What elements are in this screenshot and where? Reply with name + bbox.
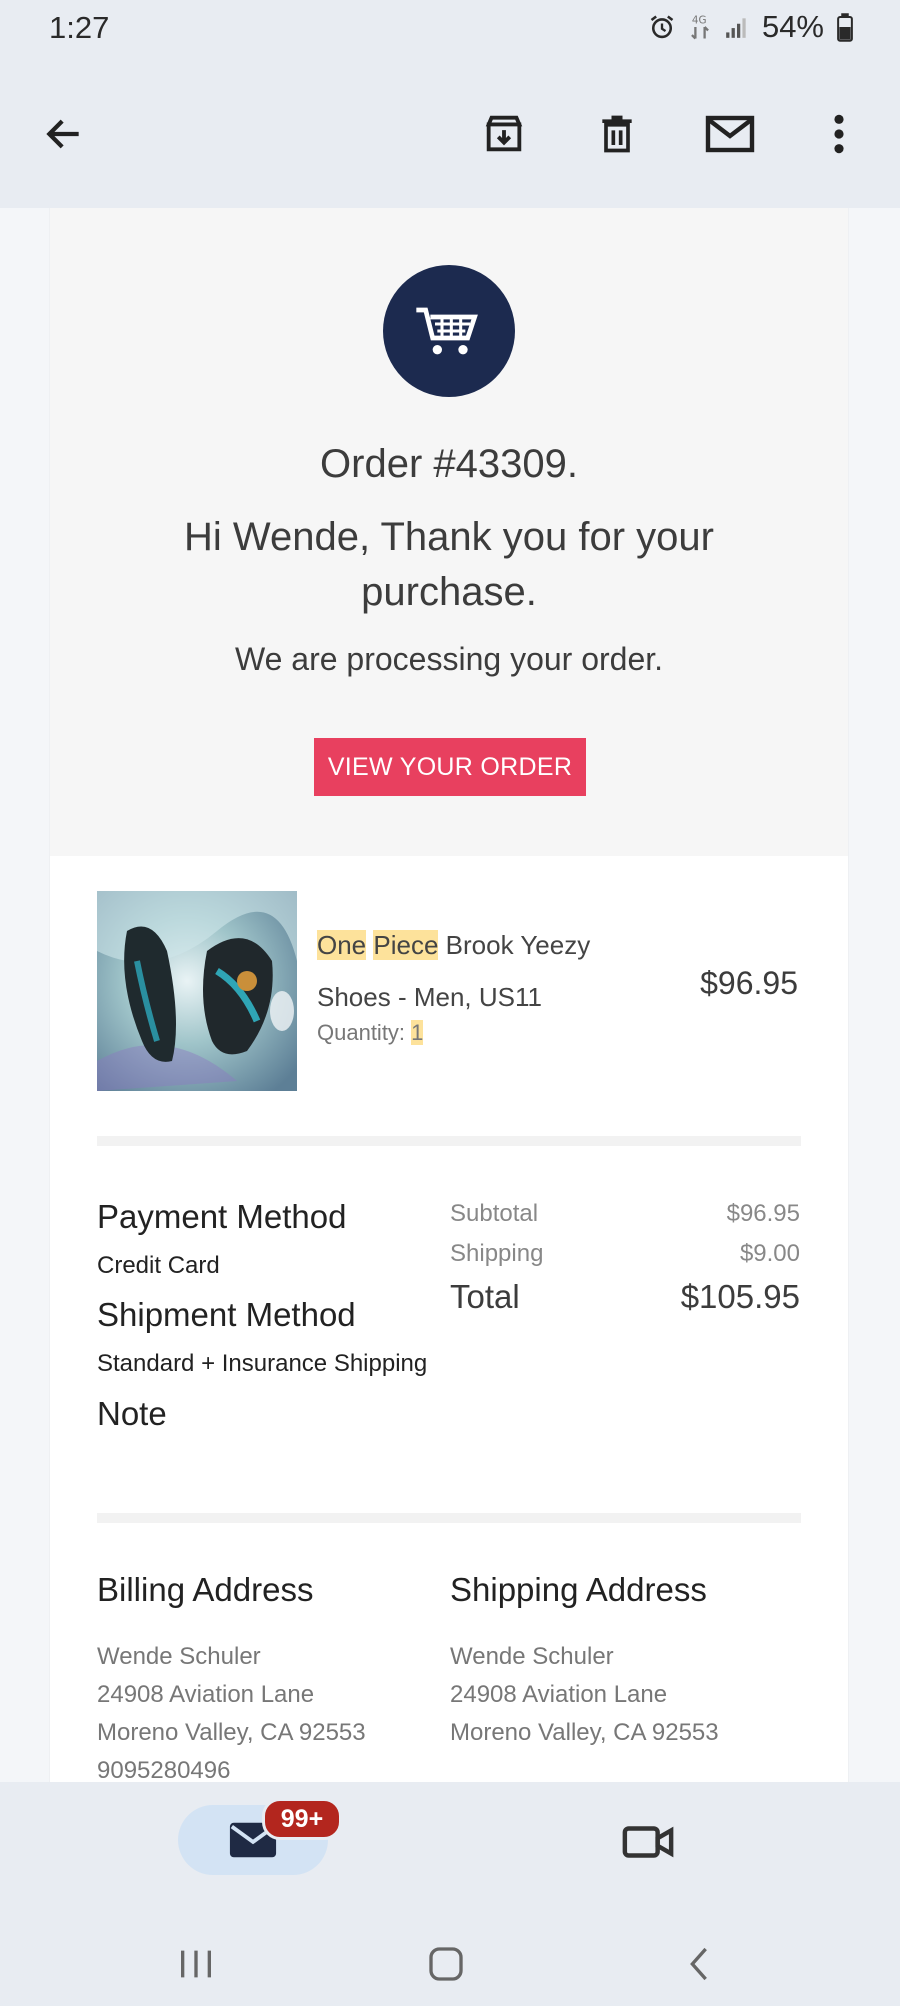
chevron-left-icon	[690, 1947, 707, 1981]
shipping-address-heading: Shipping Address	[450, 1571, 707, 1608]
shipping-street: 24908 Aviation Lane	[450, 1681, 668, 1708]
cell-signal-icon	[724, 14, 750, 40]
meet-tab[interactable]	[616, 1810, 680, 1874]
bottom-navigation: 99+	[0, 1782, 900, 2006]
arrow-back-icon	[46, 119, 79, 149]
delete-button[interactable]	[589, 106, 645, 162]
order-number: Order #43309.	[320, 442, 578, 486]
product-name[interactable]: One Piece Brook Yeezy Shoes - Men, US11	[317, 919, 637, 1023]
total-value: $105.95	[680, 1278, 800, 1315]
subtotal-label: Subtotal	[450, 1200, 539, 1227]
shipping-cost-value: $9.00	[739, 1240, 800, 1267]
divider	[97, 1136, 801, 1146]
processing-text: We are processing your order.	[234, 641, 664, 677]
billing-phone[interactable]: 9095280496	[97, 1752, 230, 1782]
cart-badge	[383, 265, 515, 397]
recent-apps-button[interactable]	[164, 1932, 228, 1996]
billing-city: Moreno Valley, CA 92553	[97, 1719, 366, 1746]
more-vert-icon	[834, 114, 844, 154]
product-price: $96.95	[700, 965, 798, 1001]
shipping-cost-label: Shipping	[450, 1240, 544, 1267]
status-icons: 4G 54%	[648, 9, 854, 45]
home-icon	[429, 1947, 463, 1981]
shipping-city: Moreno Valley, CA 92553	[450, 1719, 719, 1746]
shipping-name: Wende Schuler	[450, 1643, 614, 1670]
subtotal-value: $96.95	[726, 1200, 800, 1227]
alarm-icon	[648, 13, 676, 41]
home-button[interactable]	[414, 1932, 478, 1996]
billing-name: Wende Schuler	[97, 1643, 261, 1670]
greeting-text: Hi Wende, Thank you for your purchase.	[184, 515, 714, 614]
email-body[interactable]: Order #43309. Hi Wende, Thank you for yo…	[0, 208, 900, 1782]
product-name-highlight: One	[317, 930, 367, 960]
battery-level: 54%	[761, 9, 824, 44]
order-hero: Order #43309. Hi Wende, Thank you for yo…	[50, 208, 848, 856]
shopping-cart-icon	[416, 307, 478, 355]
total-label: Total	[450, 1278, 520, 1315]
system-back-button[interactable]	[667, 1932, 731, 1996]
mark-unread-icon	[705, 115, 755, 153]
recent-apps-icon	[181, 1950, 211, 1978]
unread-count-badge: 99+	[262, 1798, 342, 1840]
billing-street: 24908 Aviation Lane	[97, 1681, 315, 1708]
quantity-value: 1	[411, 1020, 424, 1045]
product-name-highlight: Piece	[373, 930, 439, 960]
quantity-label: Quantity:	[317, 1020, 406, 1045]
view-order-button[interactable]: VIEW YOUR ORDER	[314, 738, 586, 796]
billing-address-heading: Billing Address	[97, 1571, 314, 1608]
app-bar	[0, 58, 900, 208]
data-signal-icon: 4G	[688, 12, 712, 42]
product-image[interactable]	[97, 891, 297, 1091]
divider	[97, 1513, 801, 1523]
archive-icon	[485, 115, 523, 152]
note-label: Note	[97, 1395, 167, 1432]
product-quantity: Quantity: 1	[317, 1020, 424, 1046]
order-email: Order #43309. Hi Wende, Thank you for yo…	[50, 208, 848, 1782]
status-bar: 1:27 4G 54%	[0, 0, 900, 58]
archive-button[interactable]	[476, 106, 532, 162]
status-time: 1:27	[49, 10, 110, 45]
mark-unread-button[interactable]	[702, 106, 758, 162]
video-camera-icon	[622, 1826, 674, 1858]
battery-icon	[836, 12, 854, 42]
back-button[interactable]	[36, 106, 92, 162]
delete-icon	[602, 115, 632, 153]
payment-method-label: Payment Method	[97, 1198, 347, 1235]
more-options-button[interactable]	[811, 106, 867, 162]
svg-text:4G: 4G	[692, 15, 707, 27]
shipment-method-label: Shipment Method	[97, 1296, 356, 1333]
payment-method-value: Credit Card	[97, 1252, 220, 1279]
shipment-method-value: Standard + Insurance Shipping	[97, 1350, 428, 1377]
